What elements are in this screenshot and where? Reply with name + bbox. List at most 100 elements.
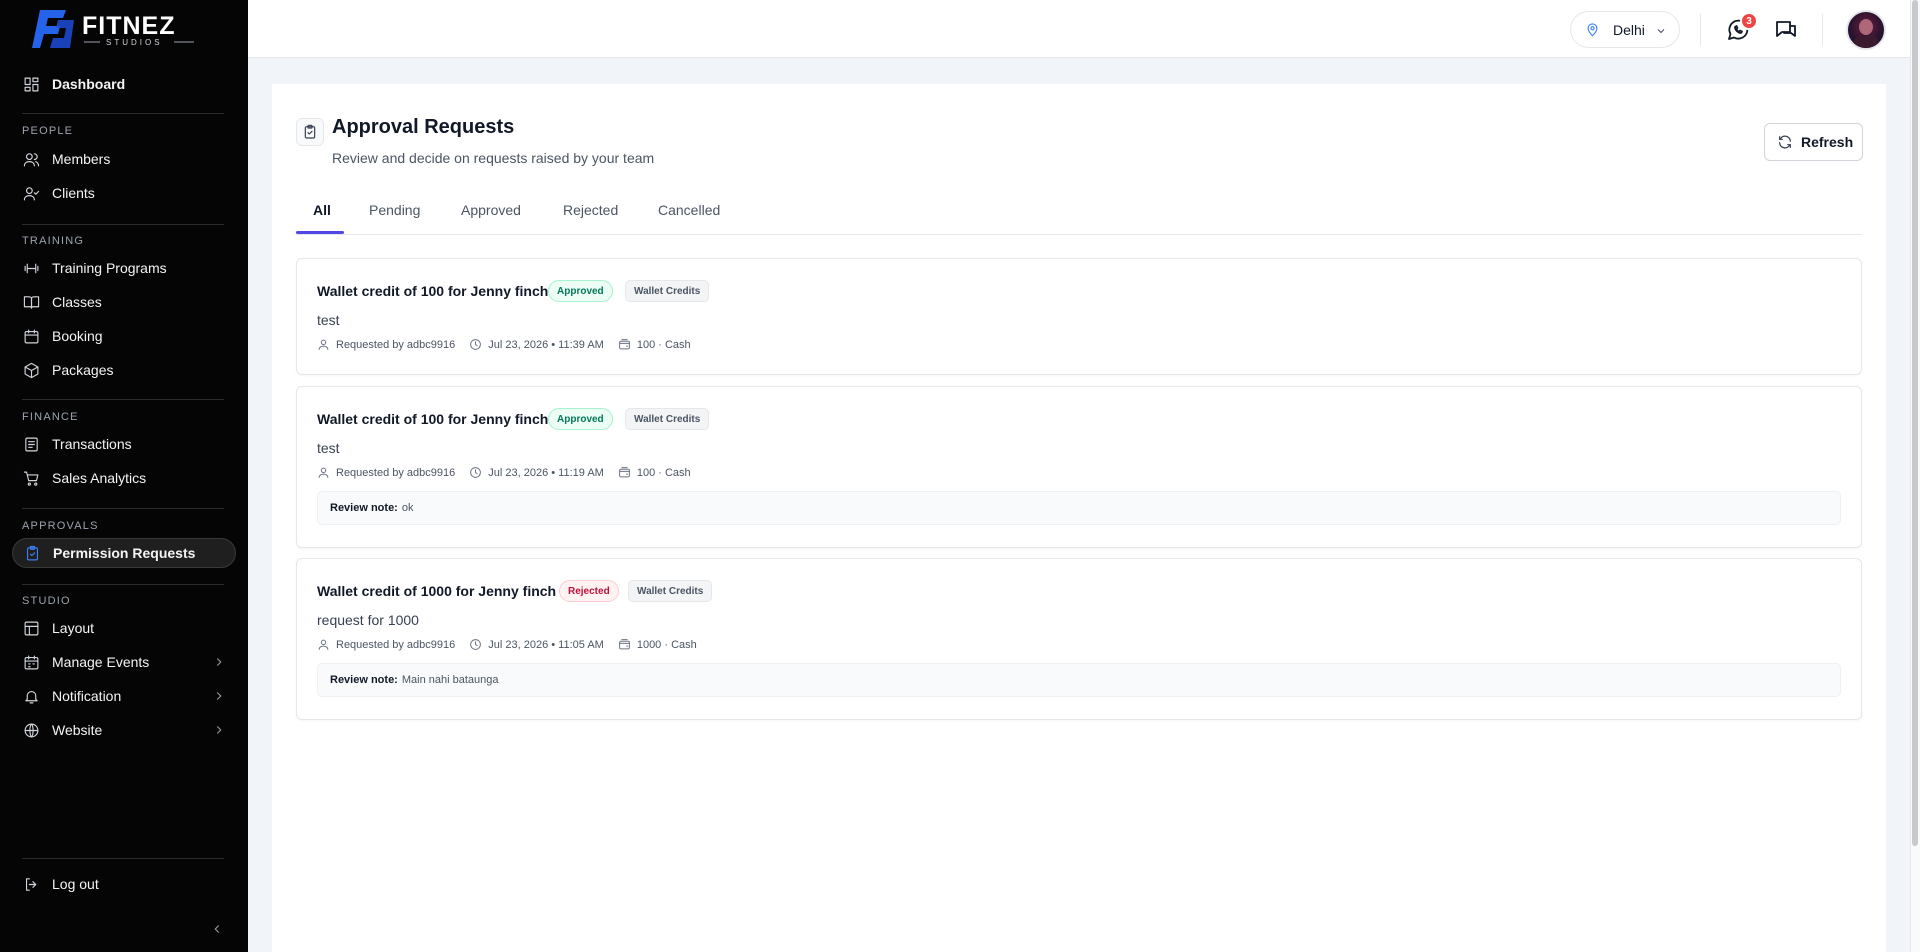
tab-all[interactable]: All — [313, 202, 331, 234]
divider — [22, 399, 224, 400]
layout-icon — [22, 619, 40, 637]
collapse-sidebar-button[interactable] — [210, 922, 226, 938]
tab-rejected[interactable]: Rejected — [563, 202, 618, 234]
request-meta: Requested by adbc9916 Jul 23, 2026 • 11:… — [317, 338, 705, 351]
sidebar-item-label: Training Programs — [52, 260, 167, 276]
request-amount: 1000 · Cash — [636, 638, 697, 651]
review-note: Review note: Main nahi bataunga — [317, 663, 1841, 697]
clock-icon — [470, 639, 482, 650]
refresh-label: Refresh — [1801, 134, 1854, 150]
logout-icon — [22, 875, 40, 893]
request-description: request for 1000 — [317, 612, 419, 628]
clock-icon — [470, 339, 482, 350]
request-meta: Requested by adbc9916 Jul 23, 2026 • 11:… — [317, 466, 705, 479]
request-description: test — [317, 312, 340, 328]
wallet-icon — [618, 467, 630, 478]
sidebar-item-label: Permission Requests — [53, 545, 196, 561]
sidebar-item-layout[interactable]: Layout — [12, 613, 236, 643]
sidebar-item-packages[interactable]: Packages — [12, 355, 236, 385]
sidebar-item-training-programs[interactable]: Training Programs — [12, 253, 236, 283]
sidebar-item-label: Clients — [52, 185, 95, 201]
logout-label: Log out — [52, 876, 99, 892]
sidebar-item-booking[interactable]: Booking — [12, 321, 236, 351]
divider — [1700, 14, 1701, 46]
chat-icon[interactable] — [1774, 18, 1800, 44]
cart-icon — [22, 469, 40, 487]
brand-tagline: STUDIOS — [106, 38, 163, 47]
sidebar-item-label: Manage Events — [52, 654, 150, 670]
brand-logo[interactable]: FITNEZ STUDIOS — [26, 4, 210, 52]
requested-by: Requested by adbc9916 — [336, 638, 456, 651]
sidebar-item-label: Notification — [52, 688, 122, 704]
request-card[interactable]: Wallet credit of 1000 for Jenny finch Re… — [296, 558, 1862, 720]
divider — [22, 584, 224, 585]
sidebar-item-label: Booking — [52, 328, 103, 344]
request-card[interactable]: Wallet credit of 100 for Jenny finch App… — [296, 386, 1862, 548]
sidebar-item-dashboard[interactable]: Dashboard — [12, 69, 236, 99]
sidebar-item-classes[interactable]: Classes — [12, 287, 236, 317]
category-badge: Wallet Credits — [625, 408, 710, 430]
page-subtitle: Review and decide on requests raised by … — [332, 150, 655, 166]
sidebar-item-manage-events[interactable]: Manage Events — [12, 647, 236, 677]
sidebar-item-notification[interactable]: Notification — [12, 681, 236, 711]
sidebar-item-label: Packages — [52, 362, 114, 378]
wallet-icon — [618, 339, 630, 350]
sidebar-item-website[interactable]: Website — [12, 715, 236, 745]
sidebar-item-members[interactable]: Members — [12, 144, 236, 174]
location-label: Delhi — [1613, 21, 1645, 38]
avatar[interactable] — [1846, 10, 1886, 50]
divider — [22, 224, 224, 225]
requested-by: Requested by adbc9916 — [336, 338, 456, 351]
user-check-icon — [22, 184, 40, 202]
user-icon — [318, 639, 329, 650]
review-note-text: Main nahi bataunga — [401, 674, 499, 686]
sidebar-item-label: Transactions — [52, 436, 132, 452]
review-note-text: ok — [401, 502, 414, 514]
sidebar-item-label: Classes — [52, 294, 102, 310]
tabs-divider — [296, 234, 1862, 235]
sidebar-item-sales-analytics[interactable]: Sales Analytics — [12, 463, 236, 493]
refresh-button[interactable]: Refresh — [1764, 123, 1863, 161]
page-title: Approval Requests — [332, 116, 515, 138]
package-icon — [22, 361, 40, 379]
chevron-down-icon — [1655, 24, 1667, 36]
refresh-icon — [1779, 135, 1791, 149]
request-card[interactable]: Wallet credit of 100 for Jenny finch App… — [296, 258, 1862, 375]
sidebar-item-transactions[interactable]: Transactions — [12, 429, 236, 459]
sidebar-item-label: Dashboard — [52, 76, 126, 92]
logout-button[interactable]: Log out — [12, 869, 236, 899]
tab-cancelled[interactable]: Cancelled — [658, 202, 720, 234]
dumbbell-icon — [22, 259, 40, 277]
scrollbar-thumb[interactable] — [1912, 0, 1918, 846]
chevron-left-icon — [214, 925, 220, 933]
section-label-people: PEOPLE — [22, 125, 74, 137]
request-amount: 100 · Cash — [636, 466, 691, 479]
review-note: Review note: ok — [317, 491, 1841, 525]
sidebar-item-clients[interactable]: Clients — [12, 178, 236, 208]
users-icon — [22, 150, 40, 168]
brand-name: FITNEZ — [82, 12, 176, 40]
calendar-icon — [22, 327, 40, 345]
request-time: Jul 23, 2026 • 11:39 AM — [488, 338, 604, 351]
sidebar-item-permission-requests[interactable]: Permission Requests — [12, 538, 236, 568]
requested-by: Requested by adbc9916 — [336, 466, 456, 479]
request-title: Wallet credit of 1000 for Jenny finch — [317, 583, 557, 599]
calendar-days-icon — [22, 653, 40, 671]
active-tab-indicator — [296, 231, 344, 234]
request-title: Wallet credit of 100 for Jenny finch — [317, 283, 549, 299]
divider — [22, 508, 224, 509]
request-title: Wallet credit of 100 for Jenny finch — [317, 411, 549, 427]
location-selector[interactable]: Delhi — [1570, 11, 1680, 48]
section-label-studio: STUDIO — [22, 595, 71, 607]
request-time: Jul 23, 2026 • 11:19 AM — [488, 466, 604, 479]
category-badge: Wallet Credits — [628, 580, 713, 602]
user-icon — [318, 467, 329, 478]
tab-pending[interactable]: Pending — [369, 202, 420, 234]
sidebar-item-label: Sales Analytics — [52, 470, 147, 486]
review-note-label: Review note: — [330, 502, 398, 514]
request-amount: 100 · Cash — [636, 338, 691, 351]
tab-approved[interactable]: Approved — [461, 202, 521, 234]
dashboard-icon — [22, 75, 40, 93]
bell-icon — [22, 687, 40, 705]
clipboard-check-icon — [296, 118, 324, 146]
